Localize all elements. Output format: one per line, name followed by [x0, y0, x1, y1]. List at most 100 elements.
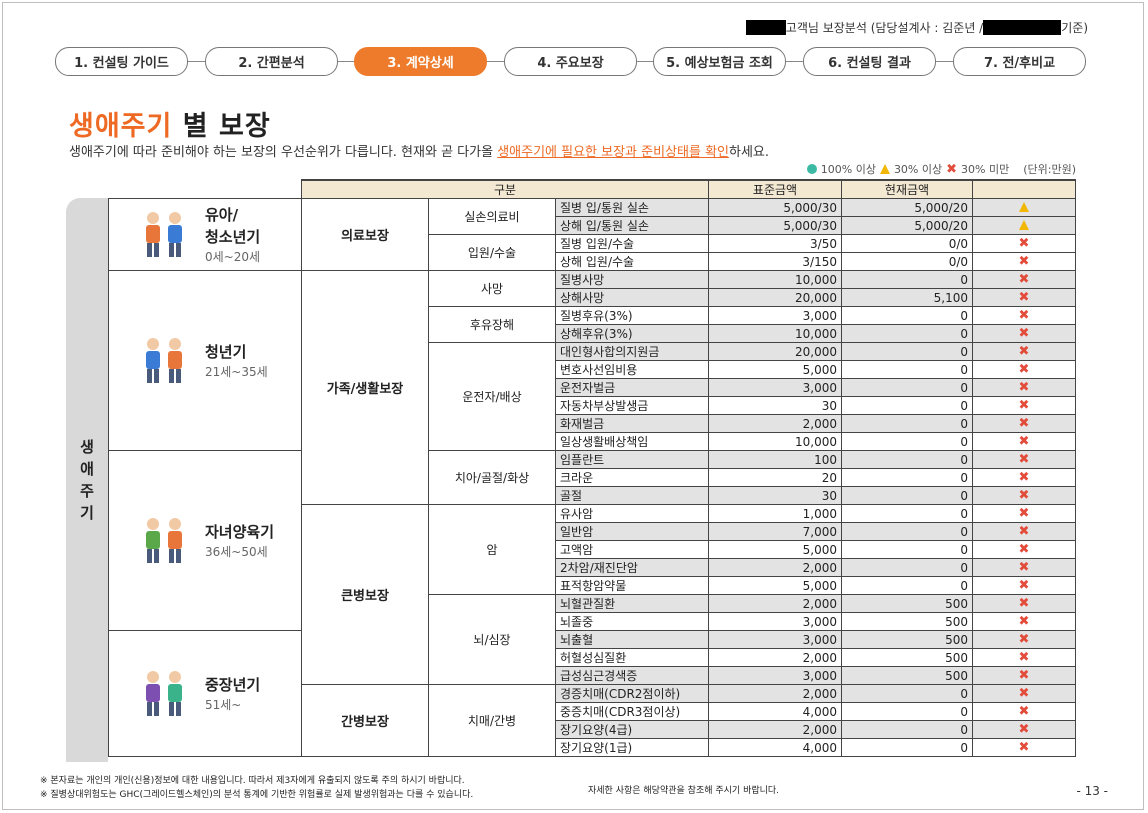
current-amount: 0	[841, 270, 973, 289]
x-mark-icon: ✖	[1018, 488, 1030, 503]
page-number: - 13 -	[1076, 784, 1108, 798]
coverage-subcategory: 입원/수술	[428, 234, 556, 271]
current-amount: 500	[841, 612, 973, 631]
coverage-status: ✖	[972, 540, 1076, 559]
current-amount: 0	[841, 432, 973, 451]
standard-amount: 10,000	[708, 270, 842, 289]
low-coverage-icon: ✖	[946, 161, 958, 177]
table-row: 중장년기 51세~ 뇌출혈 3,000 500 ✖	[108, 630, 1076, 757]
x-mark-icon: ✖	[1018, 578, 1030, 593]
current-amount: 500	[841, 630, 973, 649]
coverage-item: 변호사선임비용	[555, 360, 709, 379]
x-mark-icon: ✖	[1018, 434, 1030, 449]
standard-amount: 3,000	[708, 378, 842, 397]
coverage-item: 뇌출혈	[555, 630, 709, 649]
coverage-status: ✖	[972, 288, 1076, 307]
step-7-tab[interactable]: 7. 전/후비교	[953, 47, 1086, 76]
current-amount: 0	[841, 702, 973, 721]
coverage-status: ✖	[972, 270, 1076, 289]
coverage-item: 고액암	[555, 540, 709, 559]
x-mark-icon: ✖	[1018, 596, 1030, 611]
standard-amount: 5,000	[708, 576, 842, 595]
current-amount: 0	[841, 360, 973, 379]
coverage-status: ✖	[972, 414, 1076, 433]
standard-amount: 10,000	[708, 432, 842, 451]
coverage-item: 뇌혈관질환	[555, 594, 709, 613]
x-mark-icon: ✖	[1018, 236, 1030, 251]
current-amount: 5,000/20	[841, 198, 973, 217]
coverage-item: 장기요양(1급)	[555, 738, 709, 757]
current-amount: 0	[841, 720, 973, 739]
subtitle-pre: 생애주기에 따라 준비해야 하는 보장의 우선순위가 다릅니다. 현재와 곧 다…	[69, 145, 498, 160]
step-5-tab[interactable]: 5. 예상보험금 조회	[653, 47, 786, 76]
current-amount: 500	[841, 648, 973, 667]
coverage-status: ✖	[972, 720, 1076, 739]
x-mark-icon: ✖	[1018, 632, 1030, 647]
coverage-status: ✖	[972, 396, 1076, 415]
partial-coverage-icon	[879, 164, 890, 174]
full-coverage-icon	[806, 164, 817, 174]
coverage-item: 뇌졸중	[555, 612, 709, 631]
standard-amount: 3,000	[708, 666, 842, 685]
x-mark-icon: ✖	[1018, 254, 1030, 269]
coverage-item: 중증치매(CDR3점이상)	[555, 702, 709, 721]
table-header-row: 구분 표준금액 현재금액	[108, 179, 1076, 199]
step-6-tab[interactable]: 6. 컨설팅 결과	[803, 47, 936, 76]
x-mark-icon: ✖	[1018, 704, 1030, 719]
stage-age-range: 36세~50세	[205, 544, 268, 559]
x-mark-icon: ✖	[1018, 650, 1030, 665]
current-amount: 500	[841, 666, 973, 685]
step-1-tab[interactable]: 1. 컨설팅 가이드	[55, 47, 188, 76]
current-amount: 500	[841, 594, 973, 613]
current-amount: 0	[841, 540, 973, 559]
coverage-status: ✖	[972, 702, 1076, 721]
header-current: 현재금액	[841, 179, 973, 199]
coverage-status: ✖	[972, 342, 1076, 361]
standard-amount: 3/150	[708, 252, 842, 271]
coverage-status: ✖	[972, 630, 1076, 649]
step-2-tab[interactable]: 2. 간편분석	[205, 47, 338, 76]
coverage-item: 일반암	[555, 522, 709, 541]
redacted-date	[983, 20, 1062, 35]
x-mark-icon: ✖	[1018, 560, 1030, 575]
current-amount: 0	[841, 468, 973, 487]
legend-full: 100% 이상	[820, 163, 876, 176]
legend-low: 30% 미만	[961, 163, 1010, 176]
coverage-status: ✖	[972, 576, 1076, 595]
coverage-item: 운전자벌금	[555, 378, 709, 397]
coverage-item: 화재벌금	[555, 414, 709, 433]
legend-unit: (단위:만원)	[1023, 163, 1076, 176]
coverage-category: 간병보장	[301, 684, 429, 757]
standard-amount: 3/50	[708, 234, 842, 253]
coverage-status: ✖	[972, 432, 1076, 451]
standard-amount: 1,000	[708, 504, 842, 523]
standard-amount: 2,000	[708, 414, 842, 433]
x-mark-icon: ✖	[1018, 470, 1030, 485]
legend-partial: 30% 이상	[893, 163, 943, 176]
coverage-status: ✖	[972, 558, 1076, 577]
coverage-status: ✖	[972, 612, 1076, 631]
coverage-item: 임플란트	[555, 450, 709, 469]
x-mark-icon: ✖	[1018, 614, 1030, 629]
header-standard: 표준금액	[708, 179, 842, 199]
coverage-status	[972, 198, 1076, 217]
coverage-subcategory: 후유장해	[428, 306, 556, 343]
page-title: 생애주기 별 보장	[69, 104, 271, 143]
x-mark-icon: ✖	[1018, 308, 1030, 323]
x-mark-icon: ✖	[1018, 524, 1030, 539]
footer-note-3: 자세한 사항은 해당약관을 참조해 주시기 바랍니다.	[588, 786, 780, 796]
standard-amount: 30	[708, 486, 842, 505]
step-3-tab[interactable]: 3. 계약상세	[354, 47, 487, 76]
footer-note-1: ※ 본자료는 개인의 개인(신용)정보에 대한 내용입니다. 따라서 제3자에게…	[40, 776, 465, 786]
title-rest: 별 보장	[172, 111, 271, 142]
coverage-item: 골절	[555, 486, 709, 505]
subtitle-post: 하세요.	[729, 145, 770, 160]
coverage-status: ✖	[972, 360, 1076, 379]
coverage-status: ✖	[972, 522, 1076, 541]
standard-amount: 4,000	[708, 738, 842, 757]
lifecycle-stage-cell: 자녀양육기 36세~50세	[108, 450, 302, 631]
coverage-category: 가족/생활보장	[301, 270, 429, 505]
standard-amount: 5,000	[708, 360, 842, 379]
step-4-tab[interactable]: 4. 주요보장	[504, 47, 637, 76]
coverage-item: 허혈성심질환	[555, 648, 709, 667]
